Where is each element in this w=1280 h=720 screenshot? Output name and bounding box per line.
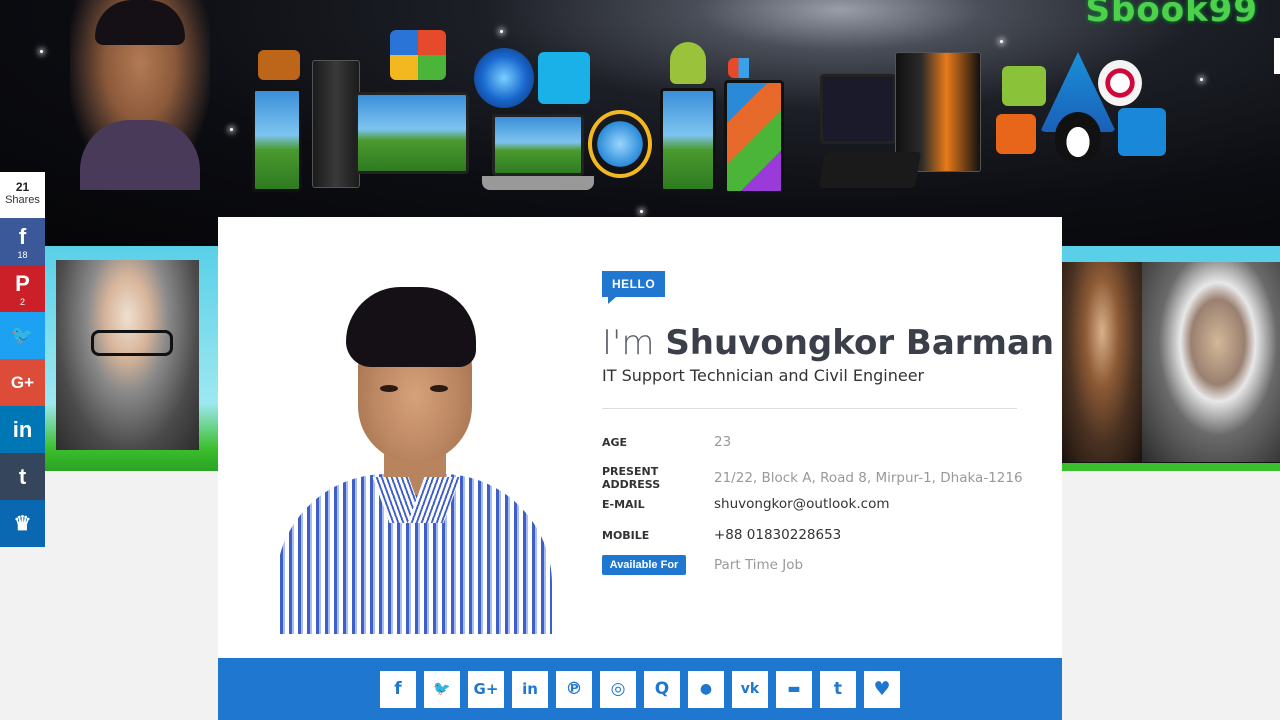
info-label: MOBILE [602,528,650,542]
available-value: Part Time Job [714,557,804,573]
laptop-image [492,114,584,176]
lumia-logo-icon [728,58,780,78]
share-counter: 21 Shares [0,172,45,218]
social-favorite-link[interactable]: ♥ [864,670,900,708]
google-plus-icon: G+ [473,680,499,698]
social-instagram-link[interactable]: ◎ [600,670,636,708]
internet-explorer-logo-icon [588,110,652,178]
share-sidebar: 21 Shares f 18 P 2 🐦 G+ in t ♛ [0,172,45,547]
profile-name: I'm Shuvongkor Barman [602,323,1054,363]
linkedin-icon: in [522,680,538,698]
newton-portrait-image [1062,262,1142,462]
social-vk-link[interactable]: vk [732,670,768,708]
ubuntu-logo-icon [996,114,1036,154]
tux-penguin-icon [1055,112,1101,162]
facebook-icon: f [18,223,27,249]
social-tumblr-link[interactable]: t [820,670,856,708]
share-count-number: 21 [15,180,30,194]
available-for-badge: Available For [602,555,686,575]
social-linkedin-link[interactable]: in [512,670,548,708]
left-portrait-image [56,260,199,450]
social-pinterest-link[interactable]: ℗ [556,670,592,708]
name-prefix: I'm [602,323,655,363]
name-text: Shuvongkor Barman [665,323,1055,363]
android-phone-image [660,88,716,192]
info-label: E-MAIL [602,497,645,511]
pinterest-icon: ℗ [565,679,583,699]
info-label: PRESENT ADDRESS [602,465,661,491]
social-blogger-link[interactable]: ▬ [776,670,812,708]
twitter-icon: 🐦 [433,681,451,697]
social-links-bar: f 🐦 G+ in ℗ ◎ Q ● vk ▬ t ♥ [218,658,1062,720]
debian-logo-icon [1098,60,1142,106]
profile-card: HELLO I'm Shuvongkor Barman IT Support T… [218,217,1062,658]
info-value: 23 [714,434,732,450]
header-banner: Sbook99 [0,0,1280,246]
share-linkedin-button[interactable]: in [0,406,45,453]
share-google-plus-button[interactable]: G+ [0,359,45,406]
banner-portrait-image [70,0,210,190]
scrollbar-thumb[interactable] [1274,38,1280,74]
tumblr-icon: t [833,679,843,699]
java-logo-icon [258,50,300,80]
einstein-portrait-image [1142,262,1280,462]
info-label: AGE [602,435,628,449]
quora-icon: Q [654,679,670,699]
desktop-monitor-image [355,92,469,174]
mobile-value: +88 01830228653 [714,527,842,543]
lumia-phone-image [724,80,784,194]
share-twitter-button[interactable]: 🐦 [0,312,45,359]
info-row-mobile: MOBILE +88 01830228653 [602,527,841,543]
android-logo-icon [670,42,706,84]
social-facebook-link[interactable]: f [380,670,416,708]
linux-mint-logo-icon [1002,66,1046,106]
profile-subtitle: IT Support Technician and Civil Engineer [602,366,925,385]
share-pinterest-count: 2 [19,296,25,307]
info-row-email: E-MAIL shuvongkor@outlook.com [602,496,890,512]
share-count-label: Shares [5,194,40,206]
share-tumblr-button[interactable]: t [0,453,45,500]
blogger-icon: ▬ [787,681,801,697]
info-value: 21/22, Block A, Road 8, Mirpur-1, Dhaka-… [714,470,1023,486]
heart-icon: ♥ [873,678,891,700]
hello-badge: HELLO [602,271,666,304]
desktop-tower-image [312,60,360,188]
linkedin-icon: in [12,416,33,442]
email-link[interactable]: shuvongkor@outlook.com [714,496,890,512]
brand-logo-text: Sbook99 [1085,0,1258,30]
social-google-plus-link[interactable]: G+ [468,670,504,708]
instagram-icon: ◎ [610,679,626,699]
kde-logo-icon [1118,108,1166,156]
share-more-button[interactable]: ♛ [0,500,45,547]
twitter-icon: 🐦 [11,325,34,345]
crown-icon: ♛ [13,513,32,535]
social-quora-link[interactable]: Q [644,670,680,708]
gaming-monitor-image [820,74,896,144]
share-facebook-button[interactable]: f 18 [0,218,45,265]
tumblr-icon: t [18,463,27,489]
share-facebook-count: 18 [17,249,28,260]
pinterest-icon: P [15,270,30,296]
feature-phone-image [252,88,302,192]
windows-7-orb-icon [474,48,534,108]
divider [602,408,1017,409]
facebook-icon: f [394,679,402,699]
reddit-icon: ● [699,681,713,697]
info-row-age: AGE 23 [602,434,731,450]
social-reddit-link[interactable]: ● [688,670,724,708]
vk-icon: vk [740,681,760,697]
info-row-address: PRESENT ADDRESS 21/22, Block A, Road 8, … [602,465,1023,491]
profile-photo [276,287,552,634]
info-row-available: Available For Part Time Job [602,555,803,575]
social-twitter-link[interactable]: 🐦 [424,670,460,708]
share-pinterest-button[interactable]: P 2 [0,265,45,312]
windows-8-tile-icon [538,52,590,104]
google-plus-icon: G+ [10,372,35,392]
windows-xp-logo-icon [390,30,446,80]
